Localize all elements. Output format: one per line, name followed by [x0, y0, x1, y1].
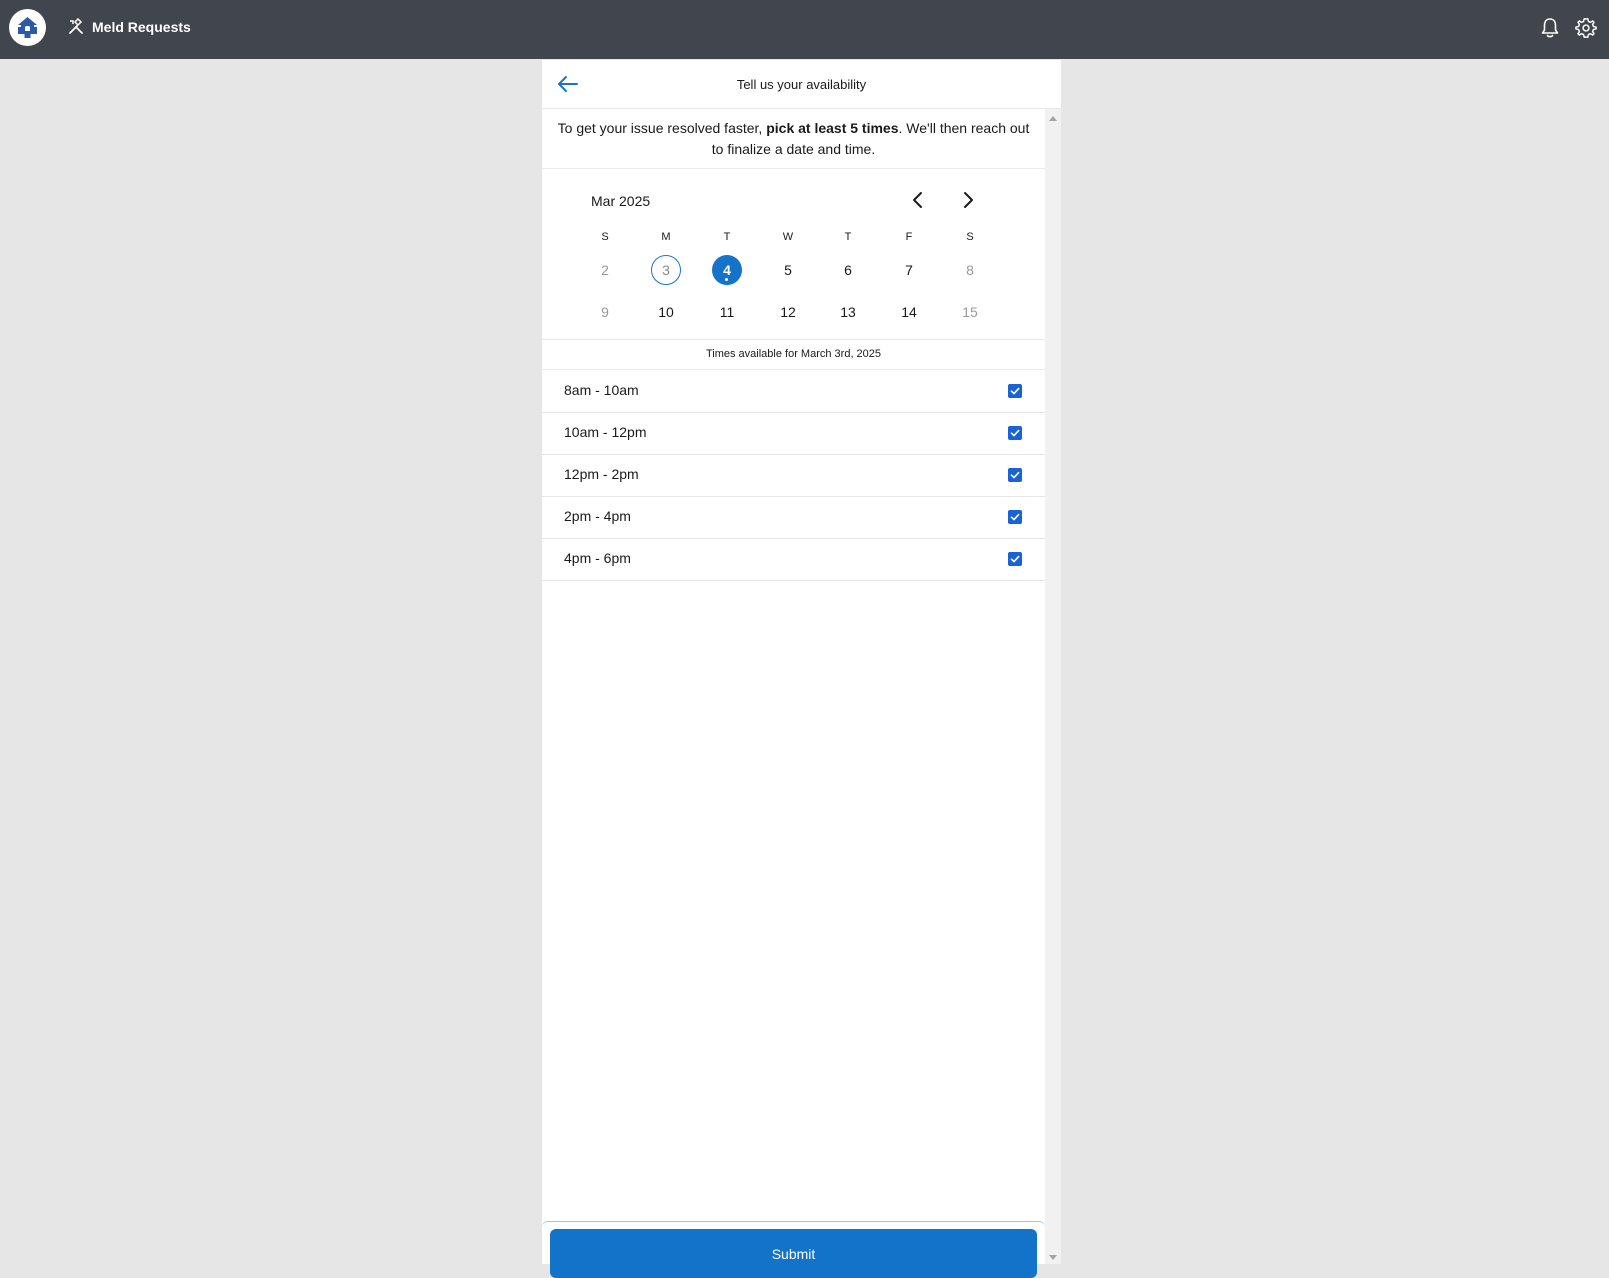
- time-slot-checkbox[interactable]: [1008, 384, 1022, 398]
- calendar-day-6[interactable]: 6: [833, 255, 863, 285]
- calendar-month-label: Mar 2025: [591, 193, 651, 209]
- time-slot-row[interactable]: 4pm - 6pm: [542, 538, 1045, 581]
- checkmark-icon: [1010, 429, 1020, 437]
- app-title[interactable]: Meld Requests: [92, 19, 191, 35]
- calendar-day-2: 2: [601, 262, 609, 278]
- times-heading: Times available for March 3rd, 2025: [705, 348, 882, 360]
- submit-button[interactable]: Submit: [550, 1229, 1037, 1278]
- availability-panel: Tell us your availability To get your is…: [542, 60, 1061, 1278]
- weekday-label: T: [723, 231, 731, 243]
- time-slot-label: 4pm - 6pm: [564, 550, 631, 566]
- scroll-area[interactable]: To get your issue resolved faster, pick …: [542, 109, 1045, 1278]
- chevron-right-icon[interactable]: [957, 189, 979, 211]
- time-slot-label: 2pm - 4pm: [564, 508, 631, 524]
- time-slot-row[interactable]: 10am - 12pm: [542, 412, 1045, 455]
- calendar-day-4[interactable]: 4: [712, 255, 742, 285]
- scroll-down-arrow-icon[interactable]: [1049, 1255, 1057, 1260]
- calendar-day-7[interactable]: 7: [894, 255, 924, 285]
- weekday-label: W: [782, 231, 794, 243]
- weekday-label: F: [905, 231, 913, 243]
- calendar-day-15: 15: [962, 304, 978, 320]
- weekday-label: S: [601, 231, 609, 243]
- calendar-day-9: 9: [601, 304, 609, 320]
- time-slot-row[interactable]: 8am - 10am: [542, 370, 1045, 413]
- panel-header: Tell us your availability: [542, 60, 1061, 109]
- time-slot-checkbox[interactable]: [1008, 510, 1022, 524]
- intro-emphasis: pick at least 5 times: [766, 120, 899, 136]
- time-slot-label: 10am - 12pm: [564, 424, 647, 440]
- gear-icon[interactable]: [1575, 17, 1597, 39]
- time-slot-row[interactable]: 12pm - 2pm: [542, 454, 1045, 497]
- calendar-day-11[interactable]: 11: [712, 297, 742, 327]
- scrollbar[interactable]: [1045, 109, 1061, 1264]
- weekday-label: T: [844, 231, 852, 243]
- calendar-day-12[interactable]: 12: [773, 297, 803, 327]
- checkmark-icon: [1010, 555, 1020, 563]
- time-slot-label: 12pm - 2pm: [564, 466, 639, 482]
- top-bar: Meld Requests: [0, 0, 1609, 59]
- weekday-label: M: [661, 231, 671, 243]
- divider: [542, 339, 1045, 340]
- checkmark-icon: [1010, 387, 1020, 395]
- time-slot-checkbox[interactable]: [1008, 468, 1022, 482]
- intro-text: To get your issue resolved faster, pick …: [552, 118, 1035, 160]
- checkmark-icon: [1010, 513, 1020, 521]
- calendar-day-5[interactable]: 5: [773, 255, 803, 285]
- chevron-left-icon[interactable]: [907, 189, 929, 211]
- tools-icon: [69, 18, 83, 34]
- calendar-day-3[interactable]: 3: [651, 255, 681, 285]
- calendar-day-13[interactable]: 13: [833, 297, 863, 327]
- calendar-day-8: 8: [966, 262, 974, 278]
- scroll-up-arrow-icon[interactable]: [1049, 116, 1057, 121]
- time-slot-checkbox[interactable]: [1008, 552, 1022, 566]
- time-slot-label: 8am - 10am: [564, 382, 639, 398]
- weekday-label: S: [966, 231, 974, 243]
- checkmark-icon: [1010, 471, 1020, 479]
- calendar-day-14[interactable]: 14: [894, 297, 924, 327]
- bell-icon[interactable]: [1540, 17, 1560, 39]
- house-logo-icon[interactable]: [9, 9, 46, 46]
- calendar-day-10[interactable]: 10: [651, 297, 681, 327]
- panel-title: Tell us your availability: [736, 77, 867, 92]
- time-slot-checkbox[interactable]: [1008, 426, 1022, 440]
- intro-prefix: To get your issue resolved faster,: [557, 120, 767, 136]
- divider: [542, 168, 1045, 169]
- time-slot-row[interactable]: 2pm - 4pm: [542, 496, 1045, 539]
